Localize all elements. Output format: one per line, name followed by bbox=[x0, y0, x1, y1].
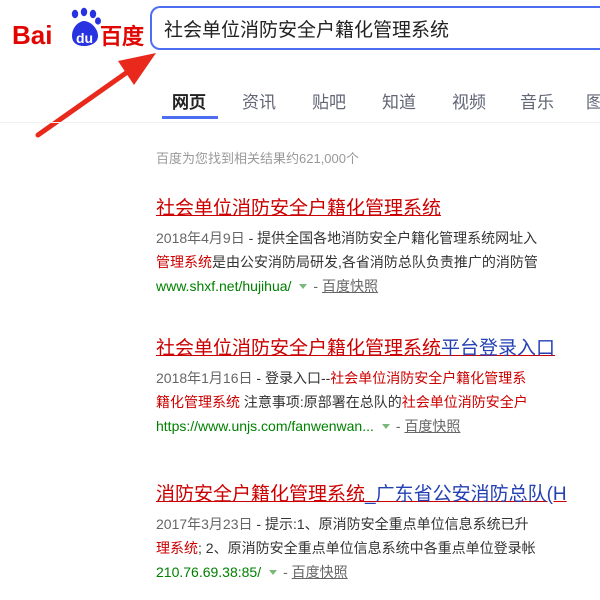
result-abstract: 2017年3月23日 - 提示:1、原消防安全重点单位信息系统已升 理系统; 2… bbox=[156, 516, 536, 556]
tabs-divider bbox=[0, 122, 600, 123]
result-url-line: www.shxf.net/hujihua/- 百度快照 bbox=[156, 278, 378, 294]
result-url[interactable]: 210.76.69.38:85/ bbox=[156, 564, 261, 580]
result-url[interactable]: www.shxf.net/hujihua/ bbox=[156, 278, 291, 294]
search-box[interactable] bbox=[150, 6, 600, 50]
logo-badge-text: du bbox=[76, 30, 93, 46]
search-result: 消防安全户籍化管理系统_广东省公安消防总队(H 2017年3月23日 - 提示:… bbox=[156, 482, 600, 584]
tab-music[interactable]: 音乐 bbox=[520, 88, 554, 113]
tab-image[interactable]: 图 bbox=[586, 88, 600, 113]
active-tab-indicator bbox=[162, 116, 218, 119]
result-url-line: 210.76.69.38:85/- 百度快照 bbox=[156, 564, 348, 580]
result-url[interactable]: https://www.unjs.com/fanwenwan... bbox=[156, 418, 374, 434]
cache-link[interactable]: 百度快照 bbox=[322, 278, 378, 294]
chevron-down-icon[interactable] bbox=[299, 283, 308, 289]
vertical-tabs: 网页 资讯 贴吧 知道 视频 音乐 图 bbox=[0, 82, 600, 122]
tab-video[interactable]: 视频 bbox=[452, 88, 486, 113]
tab-tieba[interactable]: 贴吧 bbox=[312, 88, 346, 113]
search-input[interactable] bbox=[164, 14, 600, 42]
search-result: 社会单位消防安全户籍化管理系统 2018年4月9日 - 提供全国各地消防安全户籍… bbox=[156, 196, 600, 298]
search-result: 社会单位消防安全户籍化管理系统平台登录入口 2018年1月16日 - 登录入口-… bbox=[156, 336, 600, 438]
result-abstract: 2018年1月16日 - 登录入口--社会单位消防安全户籍化管理系 籍化管理系统… bbox=[156, 370, 528, 410]
tab-news[interactable]: 资讯 bbox=[242, 88, 276, 113]
result-title-link[interactable]: 消防安全户籍化管理系统_广东省公安消防总队(H bbox=[156, 482, 600, 508]
chevron-down-icon[interactable] bbox=[269, 569, 278, 575]
result-title-link[interactable]: 社会单位消防安全户籍化管理系统 bbox=[156, 196, 600, 222]
result-count: 百度为您找到相关结果约621,000个 bbox=[156, 151, 359, 166]
cache-link[interactable]: 百度快照 bbox=[292, 564, 348, 580]
result-abstract: 2018年4月9日 - 提供全国各地消防安全户籍化管理系统网址入 管理系统是由公… bbox=[156, 230, 538, 270]
chevron-down-icon[interactable] bbox=[381, 423, 390, 429]
tab-web[interactable]: 网页 bbox=[172, 88, 206, 113]
result-title-link[interactable]: 社会单位消防安全户籍化管理系统平台登录入口 bbox=[156, 336, 600, 362]
tab-zhidao[interactable]: 知道 bbox=[382, 88, 416, 113]
cache-link[interactable]: 百度快照 bbox=[404, 418, 460, 434]
result-url-line: https://www.unjs.com/fanwenwan... - 百度快照 bbox=[156, 418, 461, 434]
